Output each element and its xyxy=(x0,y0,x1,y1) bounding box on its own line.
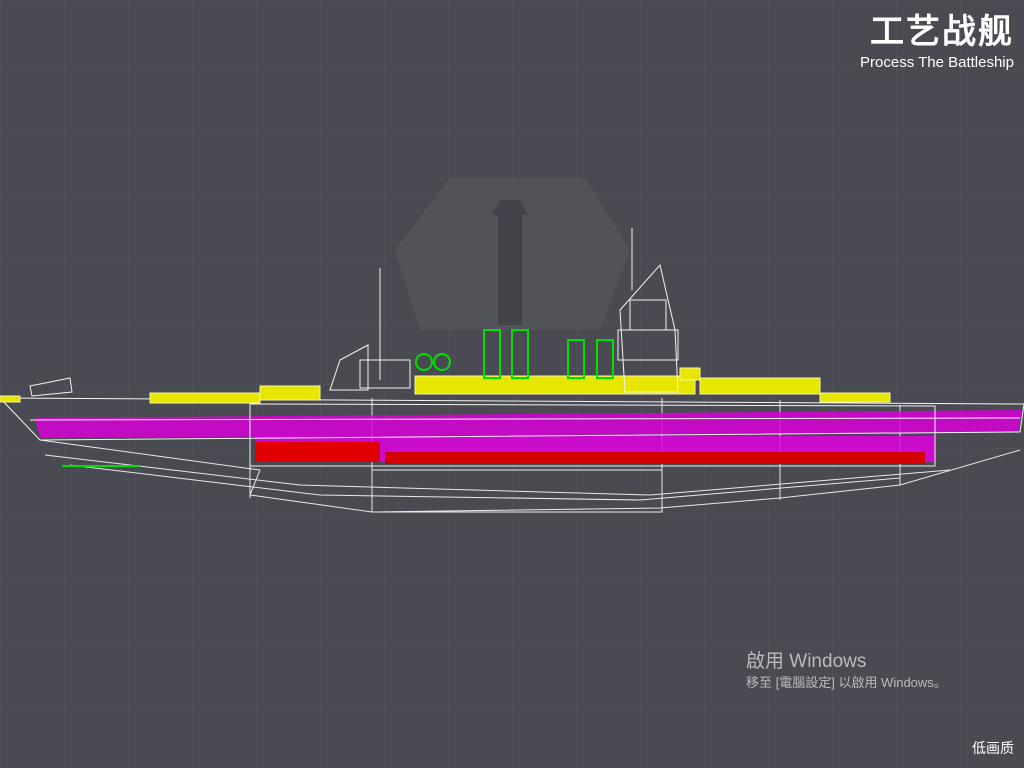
brand-title: 工艺战舰 xyxy=(870,12,1014,52)
brand-logo: 工艺战舰 Process The Battleship xyxy=(860,12,1014,72)
superstructure-white xyxy=(29,228,679,397)
quality-toggle-button[interactable]: 低画质 xyxy=(972,738,1014,758)
activation-title: 啟用 Windows xyxy=(746,651,867,672)
activation-message: 移至 [電腦設定] 以啟用 Windows。 xyxy=(746,675,947,690)
superstructure-yellow xyxy=(0,367,891,404)
windows-activation-watermark: 啟用 Windows 移至 [電腦設定] 以啟用 Windows。 xyxy=(746,650,947,692)
brand-subtitle: Process The Battleship xyxy=(860,54,1014,71)
